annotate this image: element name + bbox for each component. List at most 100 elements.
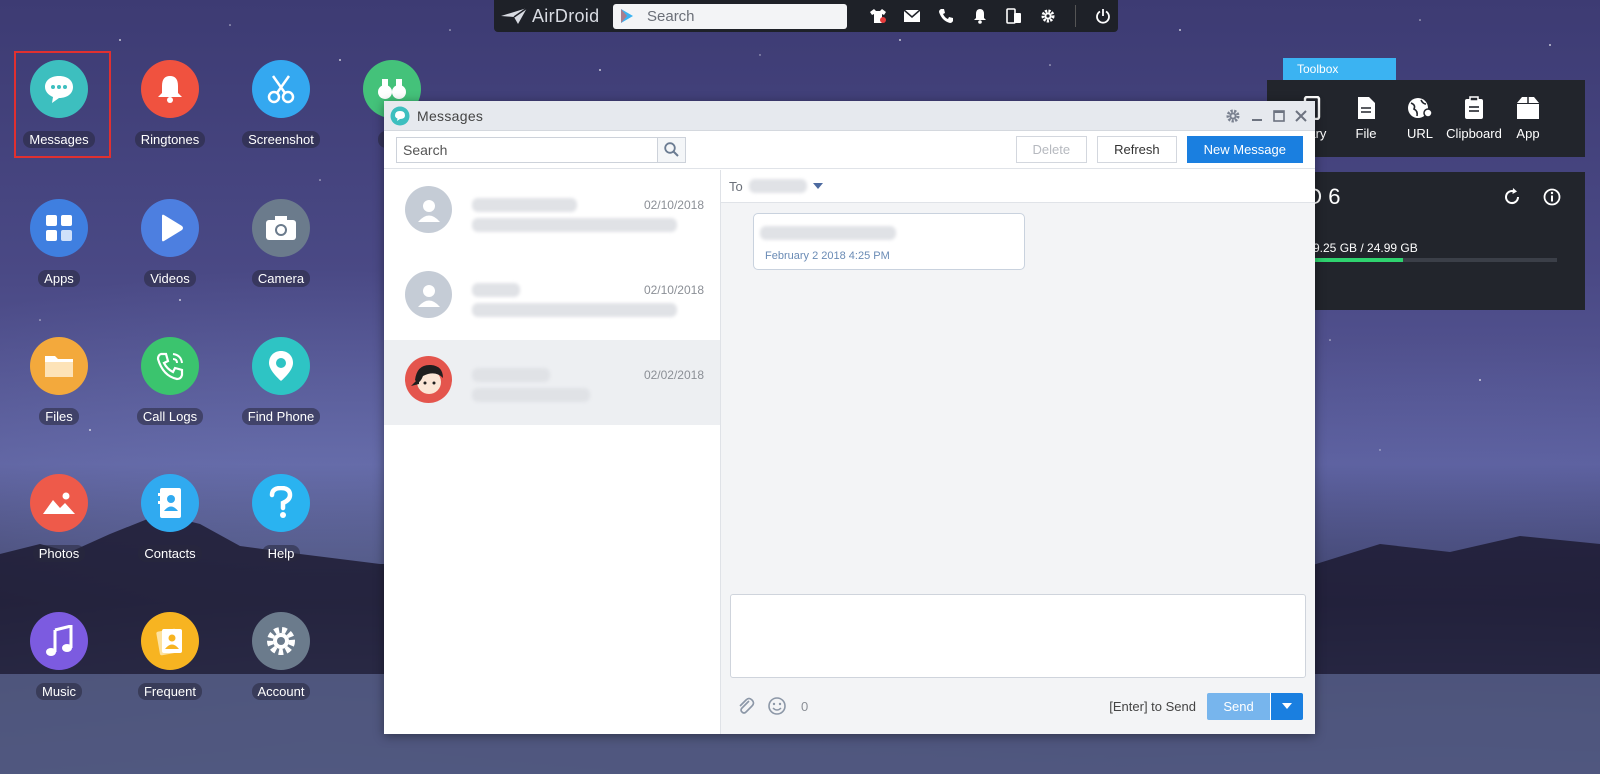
app-label: Frequent [137, 683, 203, 700]
delete-button[interactable]: Delete [1015, 136, 1088, 163]
app-frequent[interactable]: Frequent [120, 612, 220, 701]
conversation-item[interactable]: 02/10/2018 [384, 255, 720, 340]
app-camera[interactable]: Camera [231, 199, 331, 288]
app-label: Call Logs [136, 408, 204, 425]
recipient-bar[interactable]: To [721, 170, 1315, 203]
send-button[interactable]: Send [1207, 692, 1270, 720]
phone-icon[interactable] [937, 7, 955, 25]
phone-call-icon [141, 337, 199, 395]
message-search-input[interactable] [397, 137, 657, 162]
redacted-preview [472, 388, 590, 402]
conversation-item[interactable]: 02/10/2018 [384, 170, 720, 255]
app-label: Photos [32, 545, 86, 562]
app-music[interactable]: Music [9, 612, 109, 701]
to-label: To [729, 178, 743, 194]
globe-icon [1408, 98, 1433, 118]
settings-gear-icon[interactable] [1225, 108, 1241, 124]
paperclip-icon[interactable] [737, 697, 755, 715]
character-count: 0 [801, 698, 809, 714]
bell-icon [141, 60, 199, 118]
airdroid-logo[interactable]: AirDroid [500, 6, 613, 27]
devices-icon[interactable] [1005, 7, 1023, 25]
chat-pane: To February 2 2018 4:25 PM 0 [Enter] to … [721, 170, 1315, 734]
app-files[interactable]: Files [9, 337, 109, 426]
storage-bar-fill [1313, 258, 1404, 262]
refresh-button[interactable]: Refresh [1097, 136, 1177, 163]
tool-label: Clipboard [1446, 126, 1502, 141]
app-photos[interactable]: Photos [9, 474, 109, 563]
tool-label: App [1516, 126, 1540, 141]
image-icon [30, 474, 88, 532]
maximize-icon[interactable] [1273, 109, 1285, 122]
app-label: Camera [251, 270, 311, 287]
chat-bubble-icon [30, 60, 88, 118]
app-label: Screenshot [242, 131, 320, 148]
compose-footer: 0 [Enter] to Send Send [721, 678, 1315, 734]
chevron-down-icon[interactable] [812, 182, 823, 190]
power-icon[interactable] [1094, 7, 1112, 25]
mail-icon[interactable] [903, 7, 921, 25]
emoji-icon[interactable] [767, 696, 787, 716]
app-screenshot[interactable]: Screenshot [231, 60, 331, 149]
app-label: Help [261, 545, 301, 562]
chevron-down-icon [1282, 702, 1292, 709]
tool-file[interactable]: File [1339, 96, 1393, 141]
conversation-item-selected[interactable]: 02/02/2018 [384, 340, 720, 425]
top-bar: AirDroid Search [494, 0, 1118, 32]
tool-url[interactable]: URL [1393, 96, 1447, 141]
tool-label: URL [1406, 126, 1433, 141]
messages-app-icon [390, 106, 410, 125]
new-message-button[interactable]: New Message [1186, 136, 1303, 163]
app-call-logs[interactable]: Call Logs [120, 337, 220, 426]
redacted-name [472, 283, 520, 297]
app-find-phone[interactable]: Find Phone [231, 337, 331, 426]
app-account[interactable]: Account [231, 612, 331, 701]
conversation-date: 02/10/2018 [643, 198, 704, 212]
toolbox-tab[interactable]: Toolbox [1283, 58, 1396, 80]
window-titlebar[interactable]: Messages [384, 101, 1315, 131]
app-label: Account [251, 683, 311, 700]
tool-clipboard[interactable]: Clipboard [1446, 96, 1502, 141]
default-avatar-icon [405, 271, 452, 318]
play-store-icon [621, 9, 633, 23]
app-label: Messages [23, 131, 95, 148]
minimize-icon[interactable] [1251, 110, 1263, 122]
app-help[interactable]: Help [231, 474, 331, 563]
redacted-name [472, 368, 550, 382]
redacted-preview [472, 303, 677, 317]
storage-text: 9.25 GB / 24.99 GB [1313, 241, 1418, 255]
send-options-dropdown[interactable] [1270, 692, 1303, 720]
app-label: Files [39, 408, 79, 425]
bell-icon[interactable] [971, 7, 989, 25]
refresh-icon[interactable] [1503, 188, 1521, 206]
app-label: Find Phone [241, 408, 321, 425]
question-icon [252, 474, 310, 532]
enter-to-send-hint[interactable]: [Enter] to Send [1109, 699, 1196, 714]
tshirt-icon[interactable] [869, 7, 887, 25]
grid-icon [30, 199, 88, 257]
app-videos[interactable]: Videos [120, 199, 220, 288]
app-apps[interactable]: Apps [9, 199, 109, 288]
app-messages[interactable]: Messages [9, 60, 109, 149]
conversation-list: 02/10/2018 02/10/2018 02/02/2018 [384, 170, 721, 734]
default-avatar-icon [405, 186, 452, 233]
separator [1075, 5, 1076, 27]
logo-text: AirDroid [532, 5, 600, 26]
app-contacts[interactable]: Contacts [120, 474, 220, 563]
info-icon[interactable] [1543, 188, 1561, 206]
close-icon[interactable] [1295, 109, 1307, 122]
window-title: Messages [417, 107, 484, 124]
file-icon [1358, 97, 1375, 119]
play-icon [141, 199, 199, 257]
tool-app[interactable]: App [1501, 96, 1555, 141]
gear-icon[interactable] [1039, 7, 1057, 25]
search-button[interactable] [657, 137, 685, 162]
folder-icon [30, 337, 88, 395]
conversation-date: 02/02/2018 [643, 368, 704, 382]
redacted-name [472, 198, 577, 212]
app-ringtones[interactable]: Ringtones [120, 60, 220, 149]
photo-avatar [405, 356, 452, 403]
message-input[interactable] [731, 595, 1305, 677]
top-search-box[interactable]: Search [613, 3, 847, 29]
music-note-icon [30, 612, 88, 670]
